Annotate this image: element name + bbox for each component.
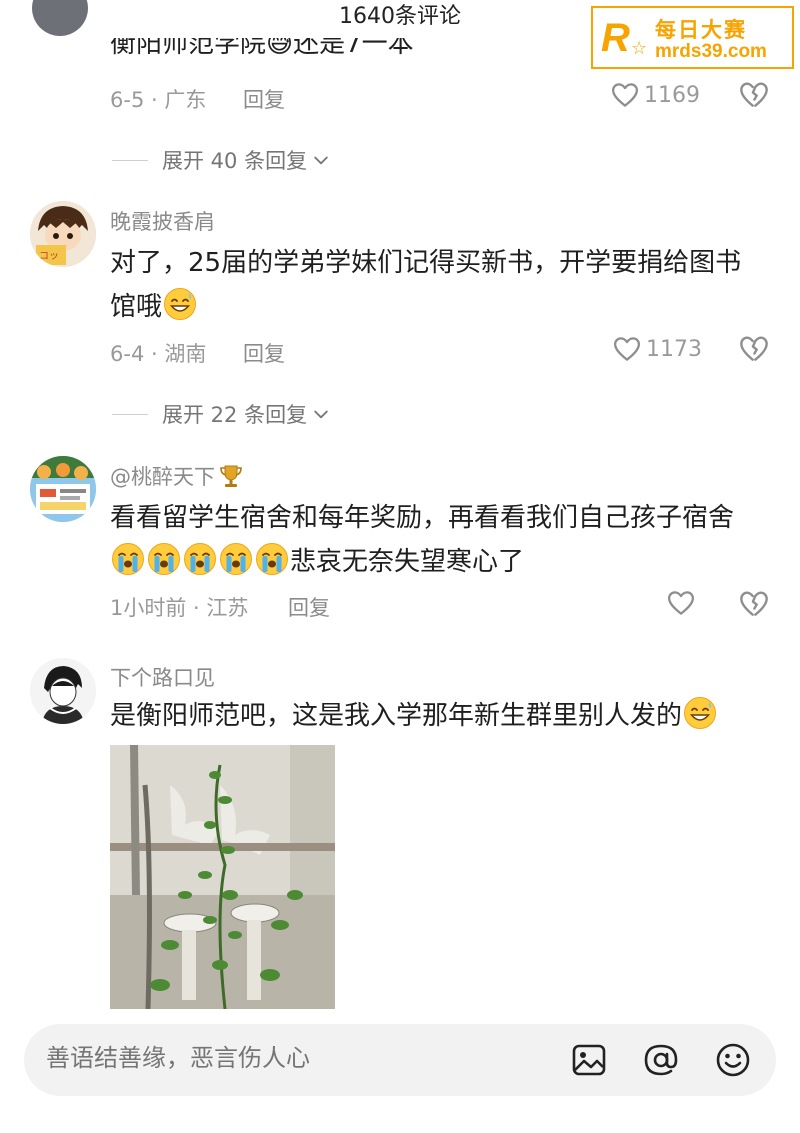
watermark-url: mrds39.com bbox=[655, 41, 767, 62]
image-icon[interactable] bbox=[570, 1041, 608, 1079]
comment-image[interactable] bbox=[110, 745, 335, 1009]
avatar[interactable] bbox=[30, 658, 96, 724]
smile-emoji-icon bbox=[163, 287, 197, 321]
username[interactable]: 晚霞披香肩 bbox=[110, 206, 215, 236]
username[interactable]: @桃醉天下 bbox=[110, 461, 215, 491]
like-count: 1173 bbox=[646, 336, 702, 362]
expand-replies-button[interactable]: 展开 40 条回复 bbox=[112, 145, 331, 175]
comment-line: 是衡阳师范吧，这是我入学那年新生群里别人发的 bbox=[110, 694, 770, 738]
comment-text: 衡阳师范学院😅还是7一本 bbox=[110, 38, 414, 59]
comment-text: 对了，25届的学弟学妹们记得买新书，开学要捐给图书 馆哦 bbox=[110, 241, 770, 329]
crying-emoji-icon bbox=[147, 542, 181, 576]
comment-line: 对了，25届的学弟学妹们记得买新书，开学要捐给图书 bbox=[110, 248, 742, 278]
crying-emoji-icon bbox=[111, 542, 145, 576]
comment-line: 馆哦 bbox=[110, 285, 770, 329]
username-row: @桃醉天下 bbox=[110, 461, 245, 491]
watermark-title: 每日大赛 bbox=[655, 18, 747, 42]
dorm-bathroom-photo bbox=[110, 745, 335, 1009]
username[interactable]: 下个路口见 bbox=[110, 662, 215, 692]
comment-line: 悲哀无奈失望寒心了 bbox=[110, 540, 770, 584]
star-icon: ☆ bbox=[631, 38, 648, 59]
reply-button[interactable]: 回复 bbox=[288, 592, 330, 622]
heart-icon bbox=[612, 334, 642, 364]
comment-meta: 6-5 · 广东 bbox=[110, 88, 207, 112]
like-button[interactable]: 1173 bbox=[612, 334, 702, 364]
comment-meta: 6-4 · 湖南 bbox=[110, 342, 207, 366]
chevron-down-icon bbox=[311, 404, 331, 424]
broken-heart-icon[interactable] bbox=[738, 333, 770, 365]
comment-line: 看看留学生宿舍和每年奖励，再看看我们自己孩子宿舍 bbox=[110, 503, 735, 533]
reply-button[interactable]: 回复 bbox=[243, 338, 285, 368]
comment-text: 看看留学生宿舍和每年奖励，再看看我们自己孩子宿舍 悲哀无奈失望寒心了 bbox=[110, 496, 770, 584]
heart-icon bbox=[610, 80, 640, 110]
like-count: 1169 bbox=[644, 82, 700, 108]
crying-emoji-icon bbox=[255, 542, 289, 576]
emoji-icon[interactable] bbox=[714, 1041, 752, 1079]
svg-text:コッ: コッ bbox=[39, 251, 59, 262]
reply-button[interactable]: 回复 bbox=[243, 84, 285, 114]
broken-heart-icon[interactable] bbox=[738, 588, 770, 620]
expand-replies-label: 展开 40 条回复 bbox=[162, 149, 308, 173]
divider bbox=[112, 159, 148, 161]
avatar[interactable] bbox=[30, 456, 96, 522]
comment-meta: 1小时前 · 江苏 bbox=[110, 596, 249, 620]
comment-input-bar bbox=[24, 1024, 776, 1096]
heart-icon bbox=[666, 588, 696, 618]
at-icon[interactable] bbox=[642, 1041, 680, 1079]
expand-replies-button[interactable]: 展开 22 条回复 bbox=[112, 399, 331, 429]
broken-heart-icon[interactable] bbox=[738, 79, 770, 111]
divider bbox=[112, 413, 148, 415]
avatar[interactable]: コッ bbox=[30, 201, 96, 267]
site-watermark: R ☆ 每日大赛 mrds39.com bbox=[591, 6, 794, 69]
chevron-down-icon bbox=[311, 150, 331, 170]
crying-emoji-icon bbox=[219, 542, 253, 576]
comment-text: 是衡阳师范吧，这是我入学那年新生群里别人发的 bbox=[110, 694, 770, 738]
sketch-avatar-image bbox=[30, 658, 96, 724]
expand-replies-label: 展开 22 条回复 bbox=[162, 403, 308, 427]
comment-input[interactable] bbox=[46, 1044, 506, 1072]
smile-emoji-icon bbox=[683, 696, 717, 730]
crying-emoji-icon bbox=[183, 542, 217, 576]
like-button[interactable]: 1169 bbox=[610, 80, 700, 110]
anime-avatar-image: コッ bbox=[30, 201, 96, 267]
trophy-icon bbox=[220, 465, 242, 487]
like-button[interactable] bbox=[666, 588, 700, 618]
peach-avatar-image bbox=[30, 456, 96, 522]
